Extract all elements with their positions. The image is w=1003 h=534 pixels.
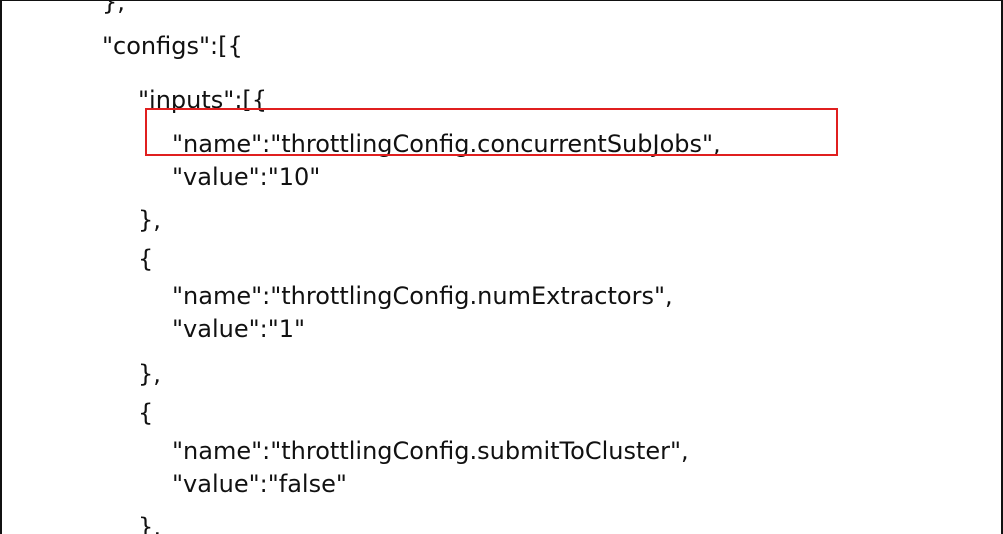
code-viewer: }, "configs":[{ "inputs":[{ "name":"thro…: [0, 0, 1003, 534]
code-line: },: [138, 360, 161, 388]
code-line: "value":"10": [172, 163, 321, 191]
code-line: "value":"false": [172, 470, 347, 498]
code-line: "configs":[{: [102, 32, 243, 60]
code-line: {: [138, 245, 154, 273]
highlight-box: [145, 108, 838, 156]
code-line: "name":"throttlingConfig.submitToCluster…: [172, 437, 689, 465]
code-line: },: [102, 0, 125, 16]
code-line: "value":"1": [172, 315, 306, 343]
code-line: },: [138, 513, 161, 534]
code-line: "name":"throttlingConfig.numExtractors",: [172, 282, 673, 310]
code-line: {: [138, 399, 154, 427]
json-code-block: }, "configs":[{ "inputs":[{ "name":"thro…: [2, 1, 1001, 534]
code-line: },: [138, 206, 161, 234]
